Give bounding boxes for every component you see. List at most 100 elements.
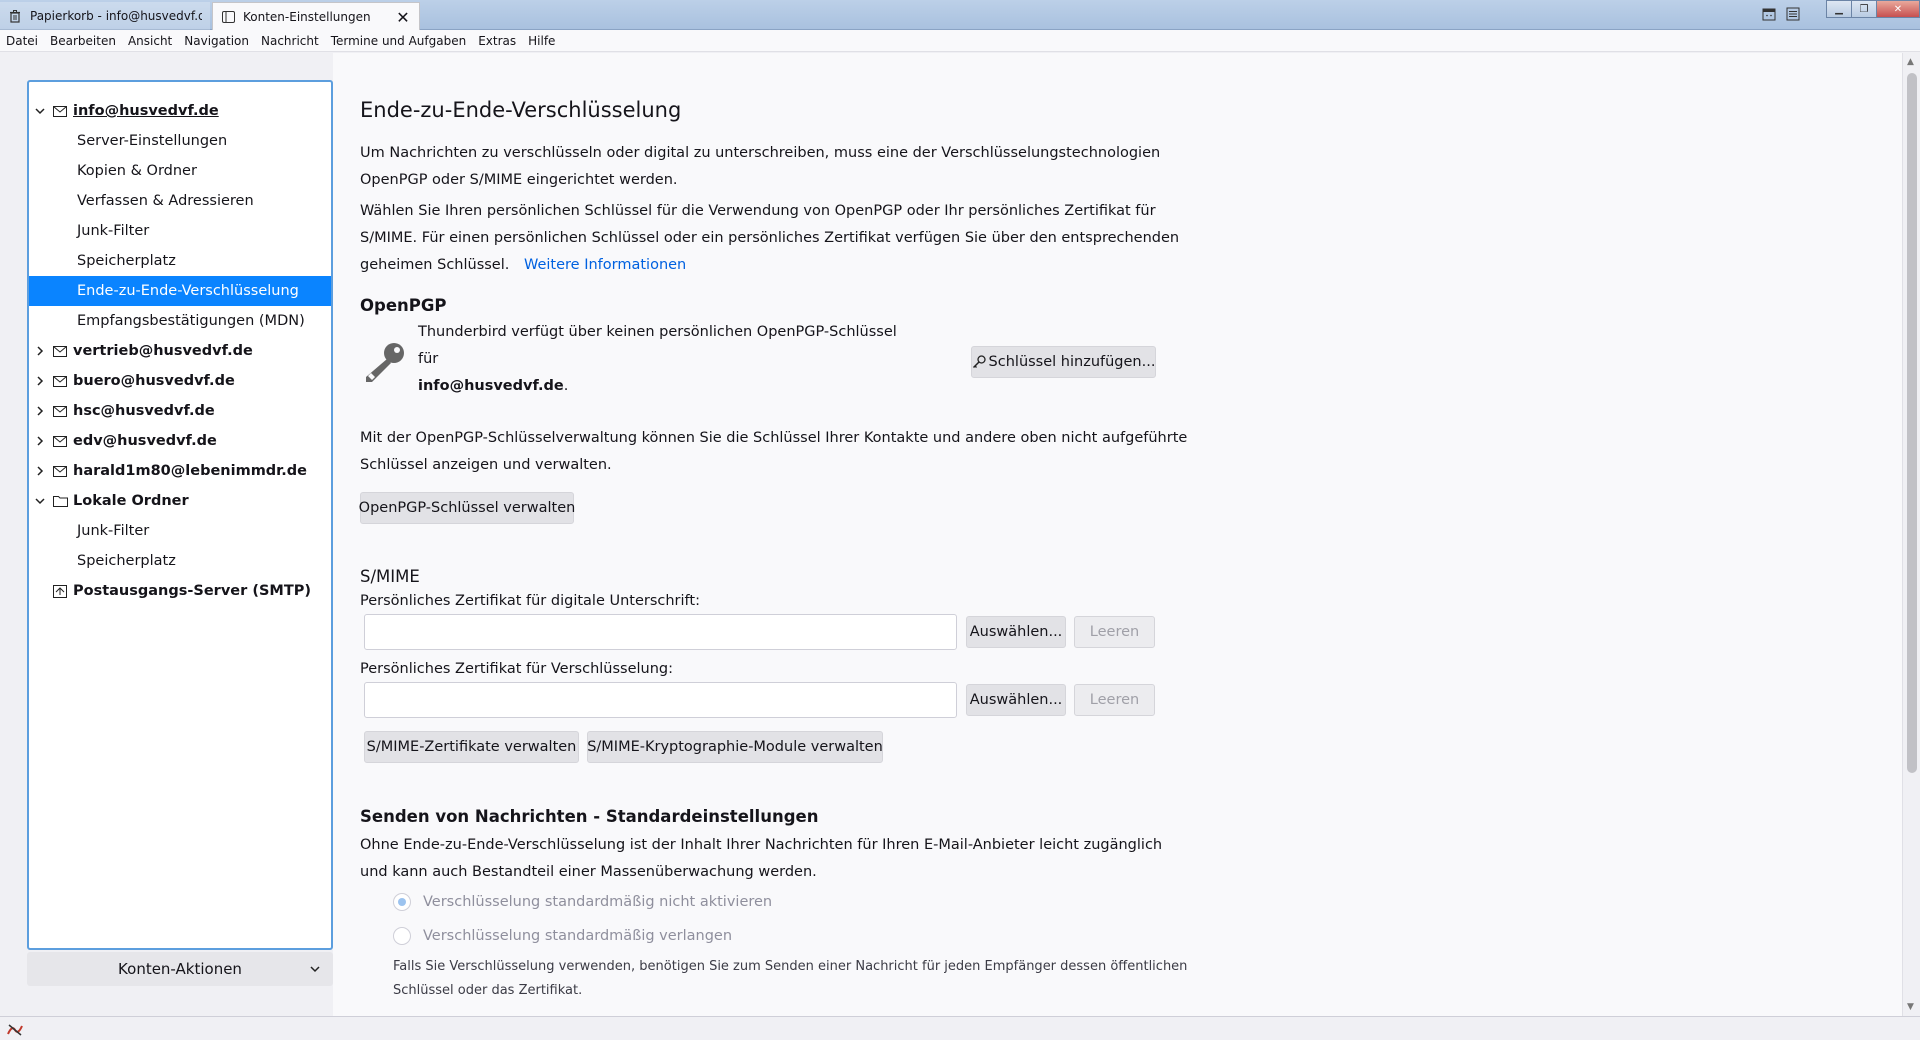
radio-option-require-encryption[interactable]: Verschlüsselung standardmäßig verlangen (393, 927, 732, 945)
signing-cert-label: Persönliches Zertifikat für digitale Unt… (360, 593, 700, 609)
chevron-right-icon[interactable] (33, 376, 47, 386)
vertical-scrollbar[interactable]: ▲ ▼ (1902, 53, 1920, 1016)
sidebar-item-return-receipts[interactable]: Empfangsbestätigungen (MDN) (29, 306, 331, 336)
account-tree[interactable]: info@husvedvf.de Server-Einstellungen Ko… (27, 80, 333, 950)
radio-button[interactable] (393, 927, 411, 945)
menu-hilfe[interactable]: Hilfe (522, 34, 561, 48)
outbox-server-icon (53, 584, 69, 598)
sidebar-item-copies-folders[interactable]: Kopien & Ordner (29, 156, 331, 186)
radio-option-no-encryption[interactable]: Verschlüsselung standardmäßig nicht akti… (393, 893, 772, 911)
menu-nachricht[interactable]: Nachricht (255, 34, 325, 48)
sidebar-item-server-settings[interactable]: Server-Einstellungen (29, 126, 331, 156)
account-actions-button[interactable]: Konten-Aktionen (27, 952, 333, 986)
scroll-down-icon[interactable]: ▼ (1907, 1002, 1914, 1012)
openpgp-manager-text: Mit der OpenPGP-Schlüsselverwaltung könn… (360, 430, 1188, 473)
openpgp-account: info@husvedvf.de (418, 378, 564, 394)
sending-defaults-text: Ohne Ende-zu-Ende-Verschlüsselung ist de… (360, 837, 1163, 880)
encryption-cert-field[interactable] (364, 682, 957, 718)
sidebar-item-local-junk[interactable]: Junk-Filter (29, 516, 331, 546)
sidebar-item-e2e-encryption[interactable]: Ende-zu-Ende-Verschlüsselung (29, 276, 331, 306)
account-info[interactable]: info@husvedvf.de (29, 96, 331, 126)
account-label: edv@husvedvf.de (73, 433, 217, 449)
more-info-link[interactable]: Weitere Informationen (524, 257, 686, 273)
clear-signing-cert-button[interactable]: Leeren (1074, 616, 1155, 648)
settings-tab-icon (221, 10, 235, 24)
openpgp-heading: OpenPGP (360, 296, 447, 315)
encryption-note: Falls Sie Verschlüsselung verwenden, ben… (393, 959, 1188, 998)
account-harald[interactable]: harald1m80@lebenimmdr.de (29, 456, 331, 486)
folder-icon (53, 494, 69, 508)
sidebar-item-local-disk-space[interactable]: Speicherplatz (29, 546, 331, 576)
intro-text: Um Nachrichten zu verschlüsseln oder dig… (360, 145, 1161, 188)
settings-main: Ende-zu-Ende-Verschlüsselung Um Nachrich… (333, 53, 1902, 1016)
account-edv[interactable]: edv@husvedvf.de (29, 426, 331, 456)
manage-smime-certs-button[interactable]: S/MIME-Zertifikate verwalten (364, 731, 579, 763)
account-local-folders[interactable]: Lokale Ordner (29, 486, 331, 516)
intro-text-2-body: Wählen Sie Ihren persönlichen Schlüssel … (360, 203, 1180, 273)
manage-smime-modules-button[interactable]: S/MIME-Kryptographie-Module verwalten (587, 731, 883, 763)
account-label: Lokale Ordner (73, 493, 189, 509)
tab-trash[interactable]: Papierkorb - info@husvedvf.de (0, 2, 210, 30)
sidebar-item-composition[interactable]: Verfassen & Adressieren (29, 186, 331, 216)
tab-label: Konten-Einstellungen (243, 10, 371, 24)
add-key-label: Schlüssel hinzufügen... (988, 354, 1156, 370)
mail-icon (53, 434, 69, 448)
mail-icon (53, 344, 69, 358)
intro-text-2: Wählen Sie Ihren persönlichen Schlüssel … (360, 198, 1190, 279)
select-signing-cert-button[interactable]: Auswählen... (966, 616, 1066, 648)
radio-label: Verschlüsselung standardmäßig verlangen (423, 928, 733, 944)
account-actions-label: Konten-Aktionen (118, 960, 242, 978)
menu-navigation[interactable]: Navigation (178, 34, 255, 48)
sending-defaults-heading: Senden von Nachrichten - Standardeinstel… (360, 807, 819, 826)
radio-label: Verschlüsselung standardmäßig nicht akti… (423, 894, 773, 910)
calendar-icon[interactable] (1762, 6, 1778, 22)
smime-heading: S/MIME (360, 567, 420, 586)
account-vertrieb[interactable]: vertrieb@husvedvf.de (29, 336, 331, 366)
manage-openpgp-keys-button[interactable]: OpenPGP-Schlüssel verwalten (359, 492, 575, 524)
mail-icon (53, 374, 69, 388)
account-label: Postausgangs-Server (SMTP) (73, 583, 311, 599)
mail-icon (53, 404, 69, 418)
menu-datei[interactable]: Datei (0, 34, 44, 48)
chevron-right-icon[interactable] (33, 436, 47, 446)
menu-bar: Datei Bearbeiten Ansicht Navigation Nach… (0, 30, 1920, 52)
page-title: Ende-zu-Ende-Verschlüsselung (360, 98, 682, 122)
tab-label: Papierkorb - info@husvedvf.de (30, 9, 202, 23)
tab-account-settings[interactable]: Konten-Einstellungen ✕ (212, 2, 420, 31)
close-icon[interactable]: ✕ (395, 8, 411, 27)
account-buero[interactable]: buero@husvedvf.de (29, 366, 331, 396)
account-smtp[interactable]: Postausgangs-Server (SMTP) (29, 576, 331, 606)
chevron-right-icon[interactable] (33, 346, 47, 356)
menu-bearbeiten[interactable]: Bearbeiten (44, 34, 122, 48)
window-close-button[interactable]: ✕ (1876, 0, 1920, 18)
add-key-button[interactable]: Schlüssel hinzufügen... (971, 346, 1156, 378)
maximize-button[interactable]: ❐ (1851, 0, 1877, 18)
offline-status-icon[interactable] (6, 1022, 24, 1036)
signing-cert-field[interactable] (364, 614, 957, 650)
select-encryption-cert-button[interactable]: Auswählen... (966, 684, 1066, 716)
accounts-pane: info@husvedvf.de Server-Einstellungen Ko… (0, 53, 333, 1016)
clear-encryption-cert-button[interactable]: Leeren (1074, 684, 1155, 716)
menu-extras[interactable]: Extras (472, 34, 522, 48)
chevron-down-icon[interactable] (33, 106, 47, 116)
account-label: hsc@husvedvf.de (73, 403, 215, 419)
radio-button[interactable] (393, 893, 411, 911)
account-label: buero@husvedvf.de (73, 373, 235, 389)
chevron-down-icon (309, 961, 323, 975)
menu-termine[interactable]: Termine und Aufgaben (325, 34, 472, 48)
chevron-down-icon[interactable] (33, 496, 47, 506)
chevron-right-icon[interactable] (33, 406, 47, 416)
menu-ansicht[interactable]: Ansicht (122, 34, 178, 48)
scrollbar-thumb[interactable] (1907, 73, 1917, 773)
minimize-button[interactable]: ▁ (1826, 0, 1852, 18)
tasks-icon[interactable] (1786, 6, 1802, 22)
encryption-cert-label: Persönliches Zertifikat für Verschlüssel… (360, 661, 674, 677)
account-hsc[interactable]: hsc@husvedvf.de (29, 396, 331, 426)
scroll-up-icon[interactable]: ▲ (1907, 57, 1914, 67)
mail-icon (53, 464, 69, 478)
title-bar: Papierkorb - info@husvedvf.de Konten-Ein… (0, 0, 1920, 31)
mail-icon (53, 104, 69, 118)
sidebar-item-disk-space[interactable]: Speicherplatz (29, 246, 331, 276)
chevron-right-icon[interactable] (33, 466, 47, 476)
sidebar-item-junk[interactable]: Junk-Filter (29, 216, 331, 246)
